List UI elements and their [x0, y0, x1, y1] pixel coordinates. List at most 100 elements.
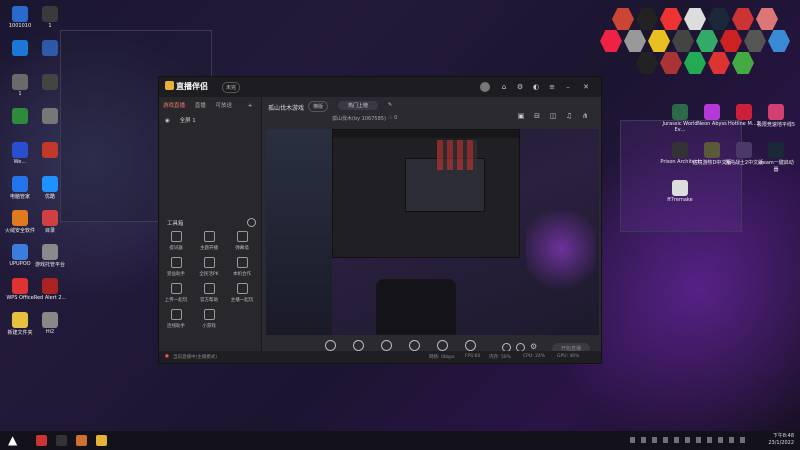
skin-icon[interactable]: ◐	[531, 82, 541, 92]
taskbar-live-companion-icon[interactable]	[96, 435, 107, 446]
desktop-icon[interactable]	[30, 74, 70, 91]
tool-label: 小游戏	[202, 324, 216, 329]
control-icon	[324, 340, 336, 351]
desktop-icon[interactable]: 游戏托管平台	[30, 244, 70, 268]
control-icon	[408, 340, 420, 351]
desktop-app-icon	[12, 210, 28, 226]
wallpaper-window-right	[620, 120, 742, 232]
settings-gear-icon[interactable]: ⚙	[530, 342, 537, 351]
desktop-icon[interactable]	[30, 142, 70, 159]
viewer-count: ♢ 0	[388, 115, 397, 121]
toolbox-refresh-icon[interactable]	[247, 218, 256, 227]
tool-label: 本机合作	[233, 272, 251, 277]
desktop-icon[interactable]: 目录	[30, 210, 70, 234]
desktop-icon-label: Red Alert 2...	[33, 295, 67, 301]
tool-icon	[236, 257, 248, 268]
edit-icon[interactable]: ✎	[384, 101, 396, 109]
left-panel: 游戏直播 直播 可放送 + ◉ 全屏 1 工具箱 提词器 主题开播 弹幕墙 受益助手 全…	[159, 97, 262, 363]
warning-icon: ●	[165, 354, 169, 359]
nested-hex-cluster	[437, 140, 477, 170]
screenshot-icon[interactable]: ◫	[548, 111, 558, 121]
menu-icon[interactable]: ≡	[547, 82, 557, 92]
stream-preview[interactable]	[266, 129, 599, 335]
tool-label: 主题开播	[200, 246, 218, 251]
lock-icon[interactable]: ⊟	[532, 111, 542, 121]
stat-memory: 内存: 50%	[489, 355, 511, 360]
clock[interactable]: 下午8:48 23/1/2022	[768, 433, 794, 447]
tool-item[interactable]: 弹幕墙	[226, 231, 258, 251]
tab-game-live[interactable]: 游戏直播	[163, 103, 185, 109]
viewers-value: 0	[394, 115, 398, 121]
add-scene-icon[interactable]: +	[248, 103, 253, 109]
tool-item[interactable]: 提词器	[160, 231, 192, 251]
tool-item[interactable]: 主题开播	[193, 231, 225, 251]
taskbar-app-icon[interactable]	[36, 435, 47, 446]
desktop-app-icon	[42, 142, 58, 158]
desktop-app-icon	[704, 142, 720, 158]
tab-broadcast[interactable]: 可放送	[216, 103, 233, 109]
desktop-icon[interactable]	[30, 40, 70, 57]
close-icon[interactable]: ✕	[581, 82, 591, 92]
desktop-icon[interactable]	[30, 108, 70, 125]
game-tag[interactable]: 横版	[308, 101, 329, 112]
desktop-app-icon	[12, 74, 28, 90]
tool-item[interactable]: 官方帮助	[193, 283, 225, 303]
desktop-app-icon	[42, 312, 58, 328]
tool-item[interactable]: 小游戏	[193, 309, 225, 329]
tool-icon	[170, 231, 182, 242]
layout-icon[interactable]: ▣	[516, 111, 526, 121]
status-bar: ● 当前直播中(主播模式) 网络: 0kbps FPS:60 内存: 50% C…	[159, 351, 601, 363]
tab-live[interactable]: 直播	[195, 103, 206, 109]
tool-item[interactable]: 连线助手	[160, 309, 192, 329]
tool-label: 上传一起玩	[164, 298, 188, 303]
game-name[interactable]: 孤山伐木游戏	[268, 103, 304, 112]
status-badge[interactable]: 未完	[222, 82, 241, 93]
tool-item[interactable]: 主播一起玩	[226, 283, 258, 303]
tool-item[interactable]: 受益助手	[160, 257, 192, 277]
start-button[interactable]: ▲	[8, 433, 17, 447]
desktop-app-icon	[42, 210, 58, 226]
preview-glow	[526, 189, 596, 309]
sub-title: 孤山伐木(by 1067585)	[332, 116, 386, 122]
taskbar-app-icon[interactable]	[76, 435, 87, 446]
tool-icon	[203, 231, 215, 242]
preview-skyline	[266, 129, 332, 335]
desktop-icon[interactable]: 极限竞速地平线5	[756, 104, 796, 128]
tool-icon	[170, 257, 182, 268]
desktop-icon-label: ff7remake	[667, 197, 693, 203]
desktop-app-icon	[736, 104, 752, 120]
tray-icons	[630, 437, 750, 443]
desktop-app-icon	[12, 278, 28, 294]
tool-item[interactable]: 全民活PK	[193, 257, 225, 277]
bell-icon[interactable]: ♫	[564, 111, 574, 121]
desktop-icon[interactable]: Red Alert 2...	[30, 278, 70, 301]
desktop-icon[interactable]: ff7remake	[660, 180, 700, 203]
desktop-app-icon	[12, 176, 28, 192]
desktop-app-icon	[768, 104, 784, 120]
desktop-icon[interactable]: steam一键启动器	[756, 142, 796, 173]
scene-item[interactable]: ◉ 全屏 1	[165, 116, 196, 124]
desktop-icon[interactable]: Hi2	[30, 312, 70, 335]
app-title: 直播伴侣	[176, 82, 208, 91]
tool-item[interactable]: 本机合作	[226, 257, 258, 277]
desktop-icon-label: steam一键启动器	[758, 160, 794, 173]
desktop-app-icon	[42, 6, 58, 22]
taskbar-app-icon[interactable]	[56, 435, 67, 446]
desktop-icon-label: 极限竞速地平线5	[756, 122, 796, 128]
desktop-icon[interactable]: 优酷	[30, 176, 70, 200]
main-panel: 孤山伐木游戏 横版 热门上榜 ✎ 孤山伐木(by 1067585) ♢ 0 ▣ …	[262, 97, 601, 363]
desktop-app-icon	[42, 40, 58, 56]
minimize-icon[interactable]: –	[563, 82, 573, 92]
tool-icon	[236, 231, 248, 242]
tool-label: 弹幕墙	[235, 246, 249, 251]
desktop-icon[interactable]: 1	[30, 6, 70, 29]
settings-icon[interactable]: ⚙	[515, 82, 525, 92]
gift-icon[interactable]: ⌂	[499, 82, 509, 92]
topic-button[interactable]: 热门上榜	[338, 101, 379, 110]
eye-icon[interactable]: ◉	[165, 118, 170, 124]
avatar[interactable]	[480, 82, 490, 92]
tool-item[interactable]: 上传一起玩	[160, 283, 192, 303]
stat-cpu: CPU: 24%	[523, 354, 546, 359]
scene-label: 全屏 1	[179, 118, 196, 124]
share-icon[interactable]: ⋔	[580, 111, 590, 121]
